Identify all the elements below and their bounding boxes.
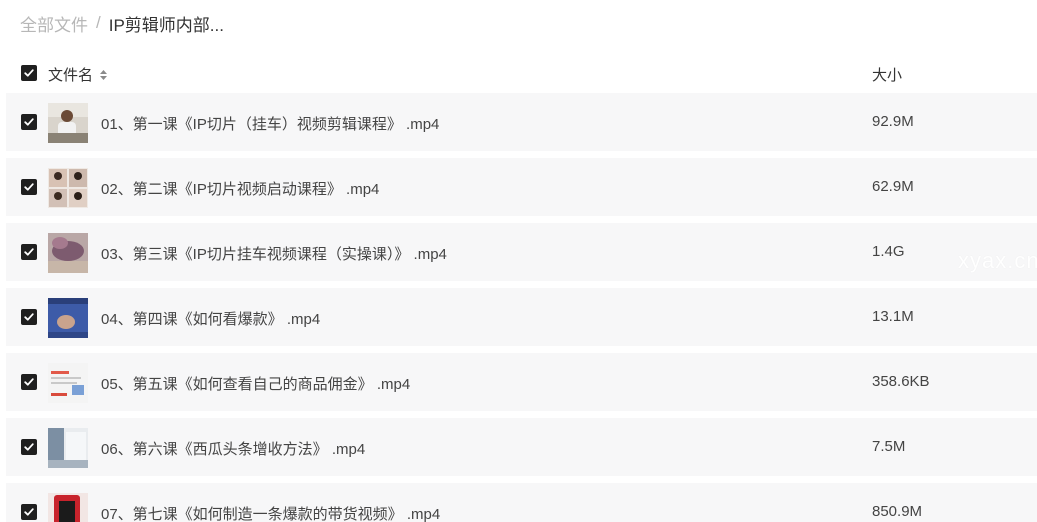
file-size: 92.9M	[872, 113, 914, 130]
file-size: 7.5M	[872, 438, 906, 455]
file-checkbox[interactable]	[21, 179, 37, 195]
video-thumbnail	[48, 363, 88, 403]
file-checkbox[interactable]	[21, 439, 37, 455]
file-list: 01、第一课《IP切片（挂车）视频剪辑课程》 .mp4 92.9M 02、第二课…	[0, 93, 1037, 522]
file-name[interactable]: 02、第二课《IP切片视频启动课程》 .mp4	[101, 178, 379, 199]
video-thumbnail	[48, 428, 88, 468]
file-row[interactable]: 04、第四课《如何看爆款》 .mp4 13.1M	[6, 288, 1037, 346]
file-name[interactable]: 01、第一课《IP切片（挂车）视频剪辑课程》 .mp4	[101, 113, 439, 134]
file-row[interactable]: 07、第七课《如何制造一条爆款的带货视频》 .mp4 850.9M	[6, 483, 1037, 522]
select-all-checkbox[interactable]	[21, 65, 37, 81]
file-checkbox[interactable]	[21, 504, 37, 520]
video-thumbnail	[48, 233, 88, 273]
file-list-page: 全部文件 / IP剪辑师内部... 文件名 大小 01、第一课《IP切片（挂车）…	[0, 0, 1037, 522]
breadcrumb-root-link[interactable]: 全部文件	[20, 11, 88, 36]
check-icon	[24, 378, 34, 386]
file-size: 1.4G	[872, 243, 905, 260]
file-size: 358.6KB	[872, 373, 930, 390]
column-header-size[interactable]: 大小	[872, 64, 902, 85]
breadcrumb-separator: /	[96, 13, 101, 32]
file-name[interactable]: 07、第七课《如何制造一条爆款的带货视频》 .mp4	[101, 503, 440, 522]
check-icon	[24, 183, 34, 191]
list-header: 文件名 大小	[0, 56, 1037, 90]
file-checkbox[interactable]	[21, 114, 37, 130]
file-name[interactable]: 05、第五课《如何查看自己的商品佣金》 .mp4	[101, 373, 410, 394]
file-row[interactable]: 01、第一课《IP切片（挂车）视频剪辑课程》 .mp4 92.9M	[6, 93, 1037, 151]
sort-updown-icon[interactable]	[99, 69, 108, 81]
video-thumbnail	[48, 493, 88, 522]
breadcrumb: 全部文件 / IP剪辑师内部...	[20, 10, 224, 36]
video-thumbnail	[48, 168, 88, 208]
video-thumbnail	[48, 103, 88, 143]
file-checkbox[interactable]	[21, 244, 37, 260]
column-header-name[interactable]: 文件名	[48, 64, 108, 85]
file-size: 850.9M	[872, 503, 923, 520]
check-icon	[24, 508, 34, 516]
file-size: 13.1M	[872, 308, 914, 325]
file-name[interactable]: 06、第六课《西瓜头条增收方法》 .mp4	[101, 438, 365, 459]
file-row[interactable]: 06、第六课《西瓜头条增收方法》 .mp4 7.5M	[6, 418, 1037, 476]
check-icon	[24, 118, 34, 126]
file-checkbox[interactable]	[21, 309, 37, 325]
file-name[interactable]: 04、第四课《如何看爆款》 .mp4	[101, 308, 320, 329]
file-row[interactable]: 02、第二课《IP切片视频启动课程》 .mp4 62.9M	[6, 158, 1037, 216]
breadcrumb-current-folder: IP剪辑师内部...	[108, 15, 224, 35]
check-icon	[24, 248, 34, 256]
file-row[interactable]: 05、第五课《如何查看自己的商品佣金》 .mp4 358.6KB	[6, 353, 1037, 411]
check-icon	[24, 443, 34, 451]
file-name[interactable]: 03、第三课《IP切片挂车视频课程（实操课）》 .mp4	[101, 243, 447, 264]
watermark: xyax.cn	[958, 248, 1037, 273]
file-checkbox[interactable]	[21, 374, 37, 390]
check-icon	[24, 69, 34, 77]
column-header-name-label: 文件名	[48, 67, 94, 84]
video-thumbnail	[48, 298, 88, 338]
file-row[interactable]: 03、第三课《IP切片挂车视频课程（实操课）》 .mp4 1.4G	[6, 223, 1037, 281]
check-icon	[24, 313, 34, 321]
file-size: 62.9M	[872, 178, 914, 195]
